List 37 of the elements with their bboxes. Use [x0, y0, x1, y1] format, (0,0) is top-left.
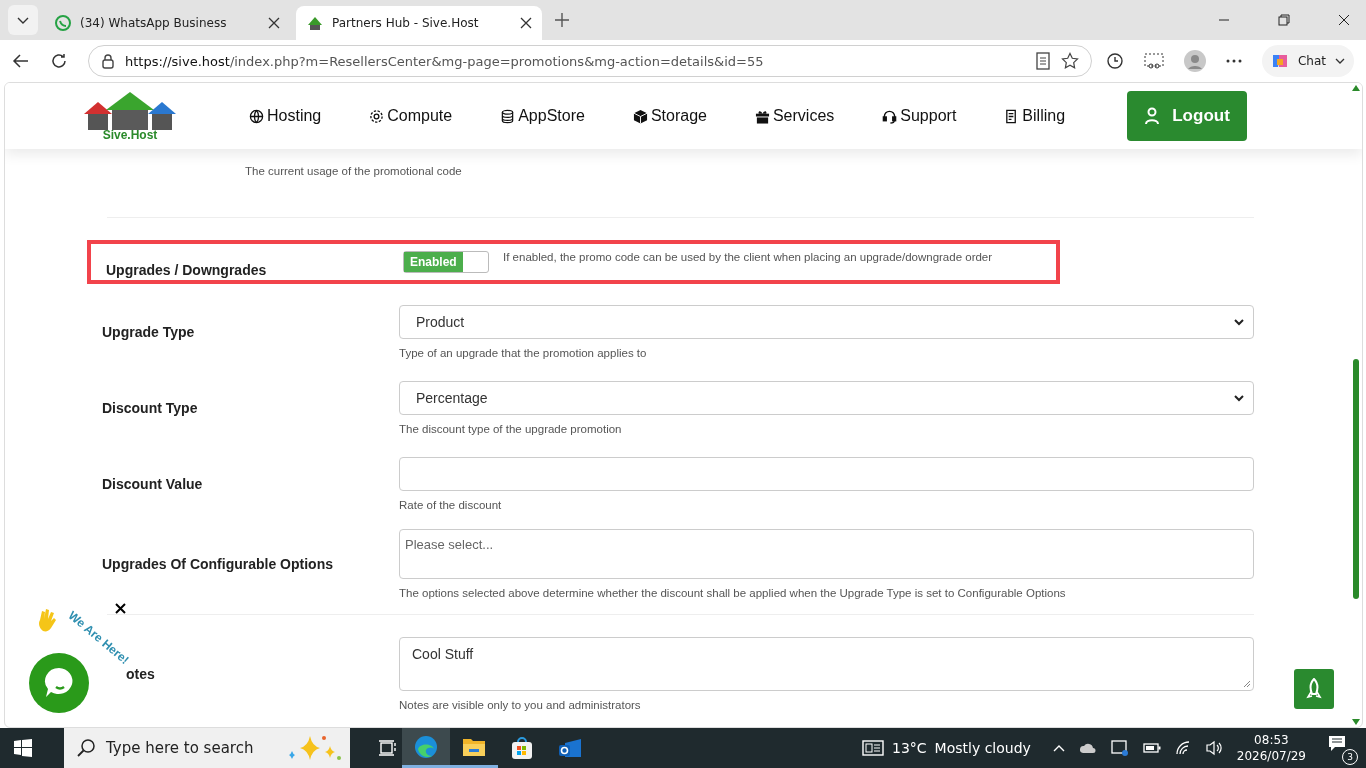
site-logo[interactable]: Sive.Host	[85, 90, 175, 142]
taskbar-search-field[interactable]: Type here to search	[64, 728, 350, 768]
field-label: Discount Type	[102, 400, 198, 416]
field-label: Upgrades / Downgrades	[106, 262, 267, 280]
multiselect-field[interactable]: Please select...	[399, 529, 1254, 579]
clock-time: 08:53	[1254, 732, 1289, 748]
clock-date: 2026/07/29	[1236, 748, 1306, 764]
logout-button[interactable]: Logout	[1127, 91, 1248, 141]
select-field[interactable]: Product	[399, 305, 1254, 339]
browser-tab[interactable]: (34) WhatsApp Business	[44, 6, 290, 40]
field-label: otes	[126, 666, 155, 682]
logo-text: Sive.Host	[102, 128, 158, 142]
nav-link[interactable]: Services	[754, 107, 835, 125]
browser-tab[interactable]: Partners Hub - Sive.Host	[296, 6, 542, 40]
field-label: Upgrade Type	[102, 324, 195, 340]
field-hint: Type of an upgrade that the promotion applies to	[399, 347, 648, 359]
nav-link[interactable]: Storage	[632, 107, 707, 125]
weather-text: Mostly cloudy	[934, 740, 1031, 756]
field-label: Upgrades Of Configurable Options	[102, 556, 333, 572]
field-hint: If enabled, the promo code can be used by the client when placing an upgrade/downgrade order	[503, 251, 993, 263]
field-hint: The current usage of the promotional code	[245, 165, 463, 177]
chat-button[interactable]: Chat	[1261, 45, 1354, 77]
notification-count: 3	[1342, 749, 1358, 765]
nav-link[interactable]: Billing	[1004, 107, 1066, 125]
field-hint: Rate of the discount	[399, 499, 503, 511]
field-hint: Notes are visible only to you and administrators	[399, 699, 642, 711]
notes-field[interactable]: Cool Stuff	[399, 637, 1254, 691]
field-hint: The discount type of the upgrade promotion	[399, 423, 623, 435]
field-label: Discount Value	[102, 476, 203, 492]
select-field[interactable]: Percentage	[399, 381, 1254, 415]
nav-link[interactable]: Support	[882, 107, 957, 125]
nav-link[interactable]: Hosting	[249, 107, 322, 125]
url-text: https://sive.host/index.php?m=ResellersCenter&mg-page=promotions&mg-action=details&id=55	[125, 53, 764, 69]
temperature-text: 13°C	[892, 740, 927, 756]
nav-link[interactable]: AppStore	[500, 107, 585, 125]
field-hint: The options selected above determine whether the discount shall be applied when the Upgrade Type is set to Configurable Options	[399, 587, 1067, 599]
nav-link[interactable]: Compute	[369, 107, 453, 125]
